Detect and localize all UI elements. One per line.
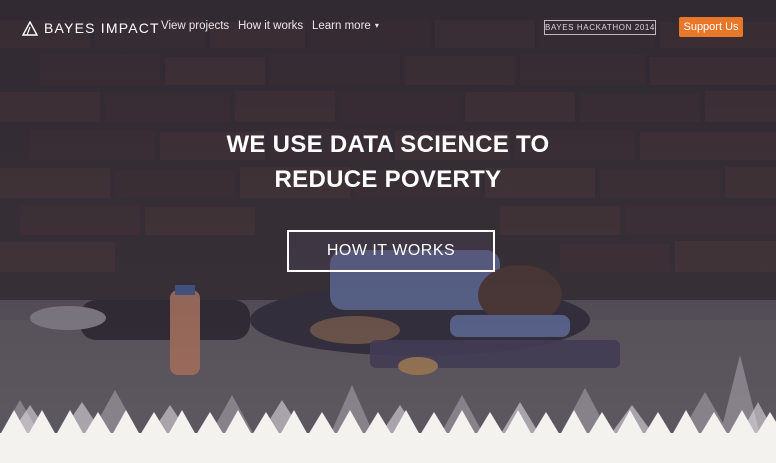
- brand-logo[interactable]: BAYES IMPACT: [22, 19, 160, 37]
- nav-learn-more[interactable]: Learn more ▾: [312, 20, 379, 32]
- hero-headline-line1: WE USE DATA SCIENCE TO: [226, 131, 550, 158]
- how-it-works-cta-button[interactable]: HOW IT WORKS: [287, 230, 495, 272]
- triangle-logo-icon: [22, 20, 38, 36]
- nav-learn-more-label: Learn more: [312, 20, 371, 32]
- support-us-button[interactable]: Support Us: [679, 17, 743, 37]
- hero-section: BAYES IMPACT View projects How it works …: [0, 0, 776, 433]
- nav-view-projects[interactable]: View projects: [161, 20, 229, 32]
- chevron-down-icon: ▾: [374, 21, 379, 30]
- content-section: [0, 433, 776, 463]
- brand-name: BAYES IMPACT: [44, 20, 160, 36]
- hackathon-badge-button[interactable]: BAYES HACKATHON 2014: [544, 20, 656, 35]
- top-navigation: BAYES IMPACT View projects How it works …: [0, 0, 776, 55]
- hero-headline: WE USE DATA SCIENCE TO REDUCE POVERTY: [0, 127, 776, 197]
- nav-how-it-works[interactable]: How it works: [238, 20, 303, 32]
- hero-headline-line2: REDUCE POVERTY: [274, 166, 502, 193]
- triangle-pattern-divider: [1, 355, 776, 433]
